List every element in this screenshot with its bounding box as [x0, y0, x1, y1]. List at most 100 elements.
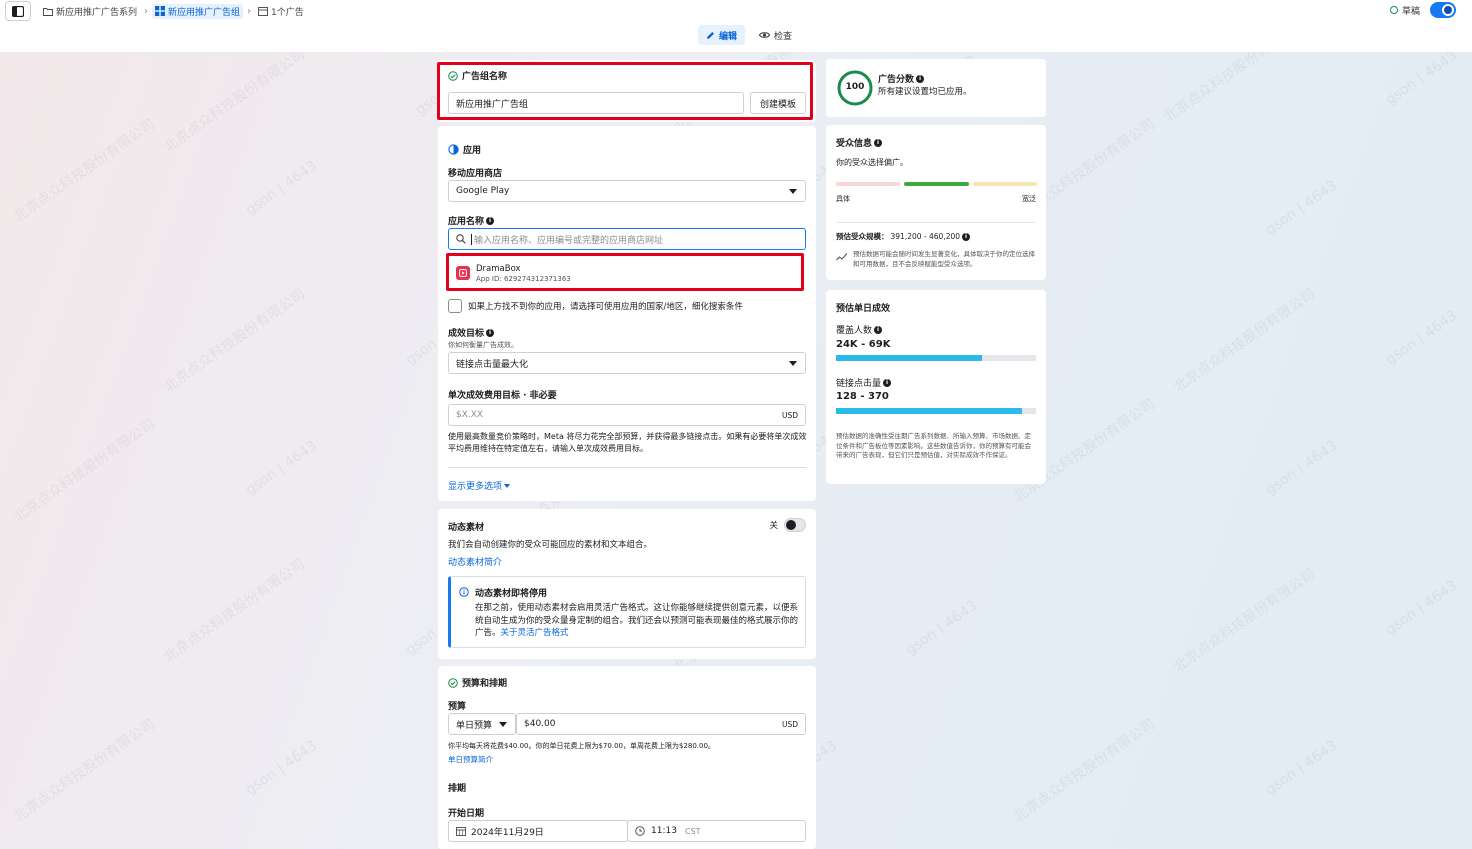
- goal-select[interactable]: 链接点击量最大化: [448, 352, 806, 374]
- watermark-text: 北京点众科技股份有限公司: [11, 716, 158, 826]
- info-icon[interactable]: i: [486, 328, 495, 337]
- top-bar: 新应用推广广告系列 › 新应用推广广告组 › 1个广告 草稿 编辑 检查: [0, 0, 1472, 52]
- start-time-input[interactable]: 11:13 CST: [627, 820, 806, 842]
- adset-name-title: 广告组名称: [462, 72, 508, 82]
- dynamic-creative-intro-link[interactable]: 动态素材简介: [448, 555, 502, 568]
- schedule-label: 排期: [448, 784, 467, 794]
- daily-results-card: 预估单日成效 覆盖人数 i 24K - 69K 链接点击量 i 128 - 37…: [826, 290, 1046, 484]
- goal-label: 成效目标: [448, 329, 485, 339]
- ad-score-subtitle: 所有建议设置均已应用。: [878, 87, 972, 97]
- info-icon[interactable]: i: [874, 138, 883, 147]
- start-date-label: 开始日期: [448, 809, 485, 819]
- watermark-text: gson | 4643: [1382, 577, 1460, 639]
- reach-label-row: 覆盖人数 i: [836, 323, 883, 336]
- watermark-text: gson | 4643: [242, 737, 320, 799]
- watermark-text: gson | 4643: [242, 437, 320, 499]
- info-icon[interactable]: i: [874, 325, 883, 334]
- cost-help-text: 使用最高数量竞价策略时，Meta 将尽力花完全部预算，并获得最多链接点击。如果有…: [448, 432, 807, 453]
- dynamic-creative-description: 我们会自动创建你的受众可能回应的素材和文本组合。: [448, 540, 653, 550]
- info-icon[interactable]: i: [916, 74, 925, 83]
- dynamic-creative-toggle[interactable]: [784, 518, 806, 532]
- audience-meter-specific: [836, 182, 900, 186]
- watermark-text: 北京点众科技股份有限公司: [161, 46, 308, 156]
- info-icon[interactable]: i: [486, 216, 495, 225]
- not-found-row: 如果上方找不到你的应用，请选择可使用应用的国家/地区，细化搜索条件: [448, 299, 743, 313]
- audience-size-label: 预估受众规模：: [836, 232, 889, 241]
- watermark-text: 北京点众科技股份有限公司: [161, 286, 308, 396]
- budget-help: 你平均每天将花费$40.00。你的单日花费上限为$70.00，单周花费上限为$2…: [448, 742, 715, 750]
- breadcrumb-adset[interactable]: 新应用推广广告组: [152, 3, 244, 19]
- text-cursor: [471, 233, 472, 245]
- chevron-right-icon: ›: [144, 5, 149, 17]
- clock-icon: [635, 826, 645, 836]
- app-card: 应用 移动应用商店 Google Play 应用名称 i 输入应用名称、应用编号…: [438, 126, 816, 501]
- clicks-bar: [836, 408, 1036, 414]
- tab-edit[interactable]: 编辑: [698, 25, 746, 45]
- toggle-off-label: 关: [769, 521, 778, 531]
- clicks-bar-fill: [836, 408, 1022, 414]
- reach-bar-fill: [836, 355, 982, 361]
- draft-status-icon: [1389, 6, 1398, 14]
- deprecation-notice: 动态素材即将停用 在那之前，使用动态素材会启用灵活广告格式。这让你能够继续提供创…: [448, 576, 806, 648]
- goal-label-row: 成效目标 i: [448, 326, 495, 339]
- budget-label: 预算: [448, 702, 467, 712]
- info-icon[interactable]: i: [962, 232, 971, 241]
- cost-goal-placeholder: $X.XX: [456, 410, 484, 420]
- app-search-result[interactable]: DramaBox App ID: 629274312371363: [448, 257, 806, 289]
- watermark-text: gson | 4643: [1382, 47, 1460, 109]
- audience-subtitle: 你的受众选择偏广。: [836, 158, 908, 167]
- mode-tabs: 编辑 检查: [698, 25, 800, 45]
- grid-icon: [155, 6, 166, 16]
- folder-icon: [43, 7, 53, 16]
- store-select[interactable]: Google Play: [448, 180, 806, 202]
- watermark-text: gson | 4643: [1262, 437, 1340, 499]
- budget-amount-value: $40.00: [524, 719, 556, 729]
- info-icon[interactable]: i: [883, 378, 892, 387]
- breadcrumb-ad[interactable]: 1个广告: [255, 4, 307, 19]
- watermark-text: gson | 4643: [1262, 737, 1340, 799]
- draft-label: 草稿: [1401, 6, 1420, 17]
- adset-name-value: 新应用推广广告组: [456, 99, 529, 110]
- check-circle-icon: [448, 70, 458, 81]
- start-date-input[interactable]: 2024年11月29日: [448, 820, 628, 842]
- start-date-value: 2024年11月29日: [471, 827, 544, 838]
- divider: [836, 222, 1036, 223]
- ad-icon: [258, 6, 268, 16]
- dynamic-creative-card: 动态素材 关 我们会自动创建你的受众可能回应的素材和文本组合。 动态素材简介 动…: [438, 509, 816, 659]
- tab-edit-label: 编辑: [719, 31, 738, 42]
- start-time-value: 11:13: [651, 826, 677, 836]
- more-options-label: 显示更多选项: [448, 482, 503, 492]
- breadcrumb-ad-label: 1个广告: [271, 7, 304, 18]
- budget-intro-link[interactable]: 单日预算简介: [448, 754, 493, 765]
- not-found-checkbox[interactable]: [448, 299, 462, 313]
- draft-status: 草稿: [1389, 4, 1420, 17]
- more-options-link[interactable]: 显示更多选项: [448, 479, 511, 492]
- app-result-id: App ID: 629274312371363: [476, 274, 571, 283]
- budget-section-title: 预算和排期: [462, 679, 508, 689]
- watermark-text: gson | 4643: [1262, 177, 1340, 239]
- daily-results-title: 预估单日成效: [836, 304, 891, 314]
- cost-goal-input[interactable]: $X.XX USD: [448, 404, 806, 426]
- audience-meter-broad: [973, 182, 1037, 186]
- tab-review[interactable]: 检查: [751, 25, 800, 45]
- audience-title: 受众信息: [836, 139, 873, 149]
- dynamic-creative-title: 动态素材: [448, 523, 485, 533]
- budget-type-select[interactable]: 单日预算: [448, 713, 516, 735]
- sidebar-toggle-button[interactable]: [5, 1, 31, 21]
- budget-amount-input[interactable]: $40.00 USD: [516, 713, 806, 735]
- publish-toggle[interactable]: [1430, 2, 1456, 18]
- notice-link[interactable]: 关于灵活广告格式: [501, 628, 569, 638]
- ad-score-title-row: 广告分数 i: [878, 72, 925, 85]
- app-search-input[interactable]: 输入应用名称、应用编号或完整的应用商店网址: [448, 228, 806, 250]
- adset-name-header: 广告组名称: [448, 69, 507, 82]
- audience-size-row: 预估受众规模： 391,200 - 460,200 i: [836, 231, 971, 242]
- clicks-value: 128 - 370: [836, 391, 889, 402]
- adset-name-input[interactable]: 新应用推广广告组: [448, 92, 744, 114]
- create-template-button[interactable]: 创建模板: [750, 92, 806, 114]
- app-section-title: 应用: [463, 146, 482, 156]
- watermark-text: 北京点众科技股份有限公司: [1171, 286, 1318, 396]
- breadcrumb-campaign[interactable]: 新应用推广广告系列: [40, 4, 140, 19]
- check-circle-icon: [448, 677, 458, 688]
- not-found-label: 如果上方找不到你的应用，请选择可使用应用的国家/地区，细化搜索条件: [468, 302, 743, 312]
- audience-broad-label: 宽泛: [1022, 195, 1036, 203]
